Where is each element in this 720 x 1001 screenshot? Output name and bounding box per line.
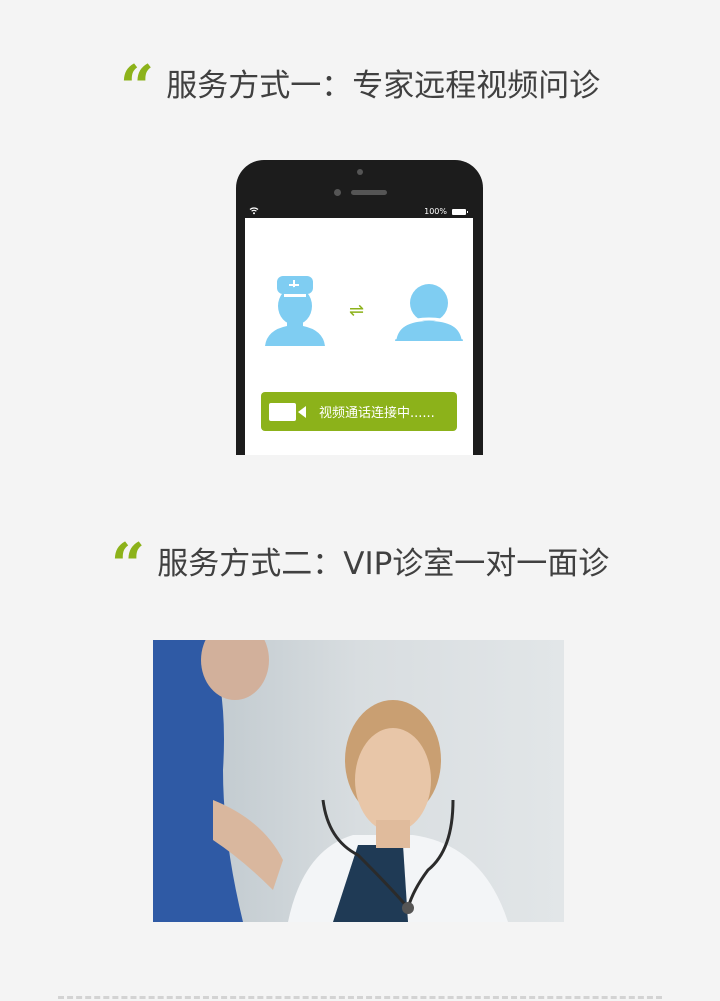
patient-avatar-icon bbox=[395, 284, 463, 341]
section1-heading: “ 服务方式一：专家远程视频问诊 bbox=[0, 58, 720, 106]
phone-status-bar: 100% bbox=[245, 206, 473, 218]
doctor-avatar-icon bbox=[265, 276, 325, 346]
phone-sensor-icon bbox=[334, 189, 341, 196]
phone-screen: 100% ⇌ 视频通话连接中...... bbox=[245, 206, 473, 455]
section1-title: 服务方式一：专家远程视频问诊 bbox=[166, 68, 601, 104]
video-call-label: 视频通话连接中...... bbox=[319, 406, 435, 421]
quote-mark-icon: “ bbox=[111, 536, 146, 570]
phone-speaker-icon bbox=[351, 190, 387, 195]
battery-percentage: 100% bbox=[424, 207, 447, 216]
phone-illustration: 100% ⇌ 视频通话连接中...... bbox=[236, 160, 483, 455]
battery-icon bbox=[452, 209, 468, 215]
video-call-button[interactable]: 视频通话连接中...... bbox=[261, 392, 457, 431]
section2-heading: “ 服务方式二：VIP诊室一对一面诊 bbox=[0, 536, 720, 584]
phone-camera-icon bbox=[357, 169, 363, 175]
doctor-consultation-photo bbox=[153, 640, 564, 922]
wifi-icon bbox=[249, 206, 259, 219]
quote-mark-icon: “ bbox=[120, 58, 155, 92]
swap-arrows-icon: ⇌ bbox=[349, 300, 365, 321]
video-camera-icon bbox=[269, 402, 306, 421]
section2-title: 服务方式二：VIP诊室一对一面诊 bbox=[157, 546, 610, 582]
section-divider bbox=[58, 996, 662, 999]
